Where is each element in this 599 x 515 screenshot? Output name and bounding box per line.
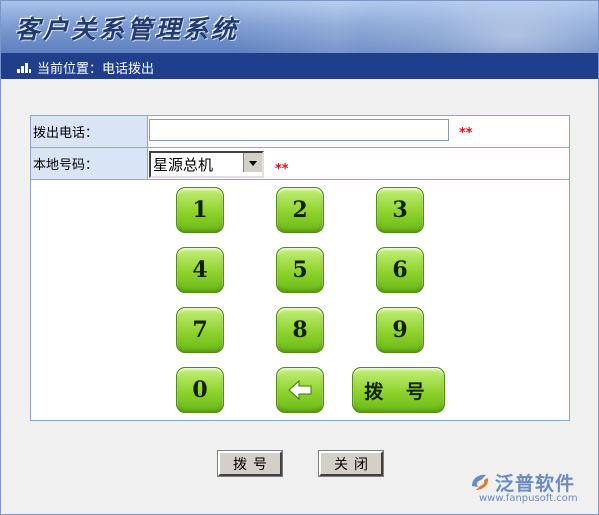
app-title: 客户关系管理系统 [15,15,240,44]
brand-logo-icon [472,474,489,490]
keypad-dial-button[interactable]: 拨 号 [352,367,445,413]
required-mark: ** [459,126,473,141]
key-3[interactable]: 3 [376,187,424,233]
watermark-name: 泛普软件 [495,473,576,495]
local-number-select[interactable]: 星源总机 [149,151,264,178]
local-label-cell: 本地号码： [31,148,148,179]
phone-row: 拨出电话： ** [31,116,569,148]
key-1[interactable]: 1 [176,187,224,233]
watermark: 泛普软件 www.fanpusoft.com [469,467,594,509]
key-4[interactable]: 4 [176,247,224,293]
close-button[interactable]: 关闭 [319,451,383,476]
header-decoration-glow [231,1,441,53]
local-number-label: 本地号码： [33,158,99,173]
key-8[interactable]: 8 [276,307,324,353]
key-9[interactable]: 9 [376,307,424,353]
required-mark: ** [275,162,289,177]
local-number-selected: 星源总机 [153,156,214,174]
phone-label: 拨出电话： [33,126,99,141]
key-0[interactable]: 0 [176,367,224,413]
phone-label-cell: 拨出电话： [31,116,148,147]
key-2[interactable]: 2 [276,187,324,233]
key-7[interactable]: 7 [176,307,224,353]
local-number-row: 本地号码： 星源总机 ** [31,148,569,180]
location-bars-icon [17,61,31,73]
dial-button[interactable]: 拨号 [218,451,282,476]
phone-number-input[interactable] [149,119,449,141]
key-6[interactable]: 6 [376,247,424,293]
breadcrumb-text: 当前位置：电话拨出 [37,62,155,77]
window: 客户关系管理系统 当前位置：电话拨出 拨出电话： ** 本地号码： 星源总机 *… [0,0,599,515]
watermark-url: www.fanpusoft.com [479,493,578,504]
breadcrumb: 当前位置：电话拨出 [1,53,598,79]
chevron-down-icon[interactable] [243,153,262,172]
arrow-left-icon [288,379,312,401]
backspace-button[interactable] [276,367,324,413]
app-header: 客户关系管理系统 [1,1,598,53]
key-5[interactable]: 5 [276,247,324,293]
